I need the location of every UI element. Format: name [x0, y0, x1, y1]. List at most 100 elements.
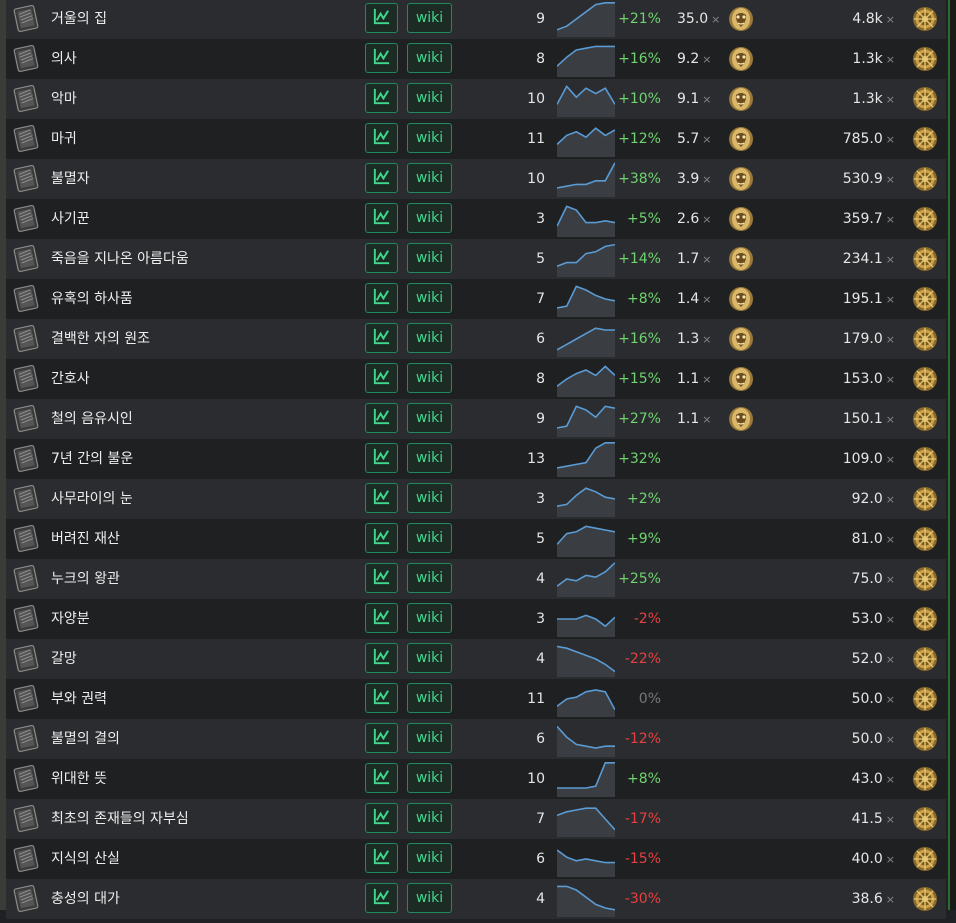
- card-name[interactable]: 누크의 왕관: [51, 559, 120, 599]
- chart-button[interactable]: [365, 523, 398, 553]
- card-name[interactable]: 불멸의 결의: [51, 719, 120, 759]
- price-change: +25%: [618, 571, 661, 587]
- price-sparkline: [556, 0, 615, 39]
- scroll-indicator[interactable]: [948, 0, 950, 910]
- card-name[interactable]: 자양분: [51, 599, 90, 639]
- chart-button[interactable]: [365, 443, 398, 473]
- chart-button[interactable]: [365, 803, 398, 833]
- card-name[interactable]: 철의 음유시인: [51, 399, 133, 439]
- divine-value: 9.1 ×: [677, 91, 712, 107]
- chart-button[interactable]: [365, 763, 398, 793]
- chart-button[interactable]: [365, 163, 398, 193]
- wiki-button[interactable]: wiki: [407, 763, 452, 793]
- chart-button[interactable]: [365, 43, 398, 73]
- divination-card-icon: [13, 324, 39, 353]
- wiki-button[interactable]: wiki: [407, 363, 452, 393]
- wiki-button[interactable]: wiki: [407, 683, 452, 713]
- chart-button[interactable]: [365, 723, 398, 753]
- chaos-orb-icon: [911, 565, 939, 593]
- card-name[interactable]: 유혹의 하사품: [51, 279, 133, 319]
- stack-count: 9: [536, 411, 545, 427]
- divine-orb-icon: [727, 85, 755, 113]
- card-name[interactable]: 갈망: [51, 639, 77, 679]
- wiki-button[interactable]: wiki: [407, 723, 452, 753]
- chart-icon: [372, 87, 391, 110]
- chart-button[interactable]: [365, 843, 398, 873]
- wiki-button[interactable]: wiki: [407, 843, 452, 873]
- card-name[interactable]: 거울의 집: [51, 0, 107, 39]
- wiki-button[interactable]: wiki: [407, 603, 452, 633]
- card-name[interactable]: 7년 간의 불운: [51, 439, 133, 479]
- chart-button[interactable]: [365, 643, 398, 673]
- chart-button[interactable]: [365, 123, 398, 153]
- card-name[interactable]: 사기꾼: [51, 199, 90, 239]
- card-name[interactable]: 악마: [51, 79, 77, 119]
- wiki-button[interactable]: wiki: [407, 123, 452, 153]
- divine-orb-icon: [727, 405, 755, 433]
- chart-button[interactable]: [365, 683, 398, 713]
- card-name[interactable]: 지식의 산실: [51, 839, 120, 879]
- chart-button[interactable]: [365, 483, 398, 513]
- wiki-button[interactable]: wiki: [407, 243, 452, 273]
- divine-orb-icon: [727, 165, 755, 193]
- table-row: 거울의 집 wiki 9 +21% 35.0 × 4.8k ×: [6, 0, 946, 39]
- chart-button[interactable]: [365, 323, 398, 353]
- table-row: 유혹의 하사품 wiki 7 +8% 1.4 × 195.1 ×: [6, 279, 946, 319]
- chart-button[interactable]: [365, 883, 398, 913]
- wiki-button[interactable]: wiki: [407, 163, 452, 193]
- chart-icon: [372, 167, 391, 190]
- card-name[interactable]: 위대한 뜻: [51, 759, 107, 799]
- wiki-button[interactable]: wiki: [407, 283, 452, 313]
- wiki-button[interactable]: wiki: [407, 203, 452, 233]
- price-sparkline: [556, 319, 615, 359]
- chart-button[interactable]: [365, 603, 398, 633]
- wiki-button[interactable]: wiki: [407, 803, 452, 833]
- divine-value: 2.6 ×: [677, 211, 712, 227]
- wiki-button[interactable]: wiki: [407, 3, 452, 33]
- wiki-button[interactable]: wiki: [407, 523, 452, 553]
- stack-count: 13: [527, 451, 545, 467]
- chart-button[interactable]: [365, 203, 398, 233]
- card-name[interactable]: 충성의 대가: [51, 879, 120, 919]
- card-name[interactable]: 의사: [51, 39, 77, 79]
- price-sparkline: [556, 159, 616, 199]
- card-name[interactable]: 사무라이의 눈: [51, 479, 133, 519]
- chart-button[interactable]: [365, 403, 398, 433]
- chart-button[interactable]: [365, 283, 398, 313]
- price-change: +8%: [627, 291, 661, 307]
- card-name[interactable]: 버려진 재산: [51, 519, 120, 559]
- chart-button[interactable]: [365, 363, 398, 393]
- card-name[interactable]: 최초의 존재들의 자부심: [51, 799, 189, 839]
- wiki-button[interactable]: wiki: [407, 883, 452, 913]
- chaos-orb-icon: [911, 245, 939, 273]
- chaos-orb-icon: [911, 205, 939, 233]
- stack-count: 4: [536, 891, 545, 907]
- divination-card-icon: [13, 204, 39, 233]
- stack-count: 11: [527, 131, 545, 147]
- wiki-button[interactable]: wiki: [407, 323, 452, 353]
- price-sparkline: [556, 39, 615, 79]
- wiki-button[interactable]: wiki: [407, 483, 452, 513]
- chart-button[interactable]: [365, 3, 398, 33]
- table-row: 불멸자 wiki 10 +38% 3.9 × 530.9 ×: [6, 159, 946, 199]
- card-name[interactable]: 간호사: [51, 359, 90, 399]
- chart-button[interactable]: [365, 563, 398, 593]
- price-change: +10%: [618, 91, 661, 107]
- wiki-button[interactable]: wiki: [407, 83, 452, 113]
- chaos-value: 43.0 ×: [851, 771, 895, 787]
- card-name[interactable]: 불멸자: [51, 159, 90, 199]
- card-name[interactable]: 죽음을 지나온 아름다움: [51, 239, 189, 279]
- wiki-button[interactable]: wiki: [407, 563, 452, 593]
- wiki-button[interactable]: wiki: [407, 43, 452, 73]
- wiki-button[interactable]: wiki: [407, 403, 452, 433]
- wiki-button[interactable]: wiki: [407, 643, 452, 673]
- wiki-button[interactable]: wiki: [407, 443, 452, 473]
- chart-icon: [372, 887, 391, 910]
- card-name[interactable]: 마귀: [51, 119, 77, 159]
- card-name[interactable]: 부와 권력: [51, 679, 107, 719]
- card-name[interactable]: 결백한 자의 원조: [51, 319, 150, 359]
- chaos-value: 38.6 ×: [851, 891, 895, 907]
- divination-card-icon: [13, 524, 39, 553]
- chart-button[interactable]: [365, 243, 398, 273]
- chart-button[interactable]: [365, 83, 398, 113]
